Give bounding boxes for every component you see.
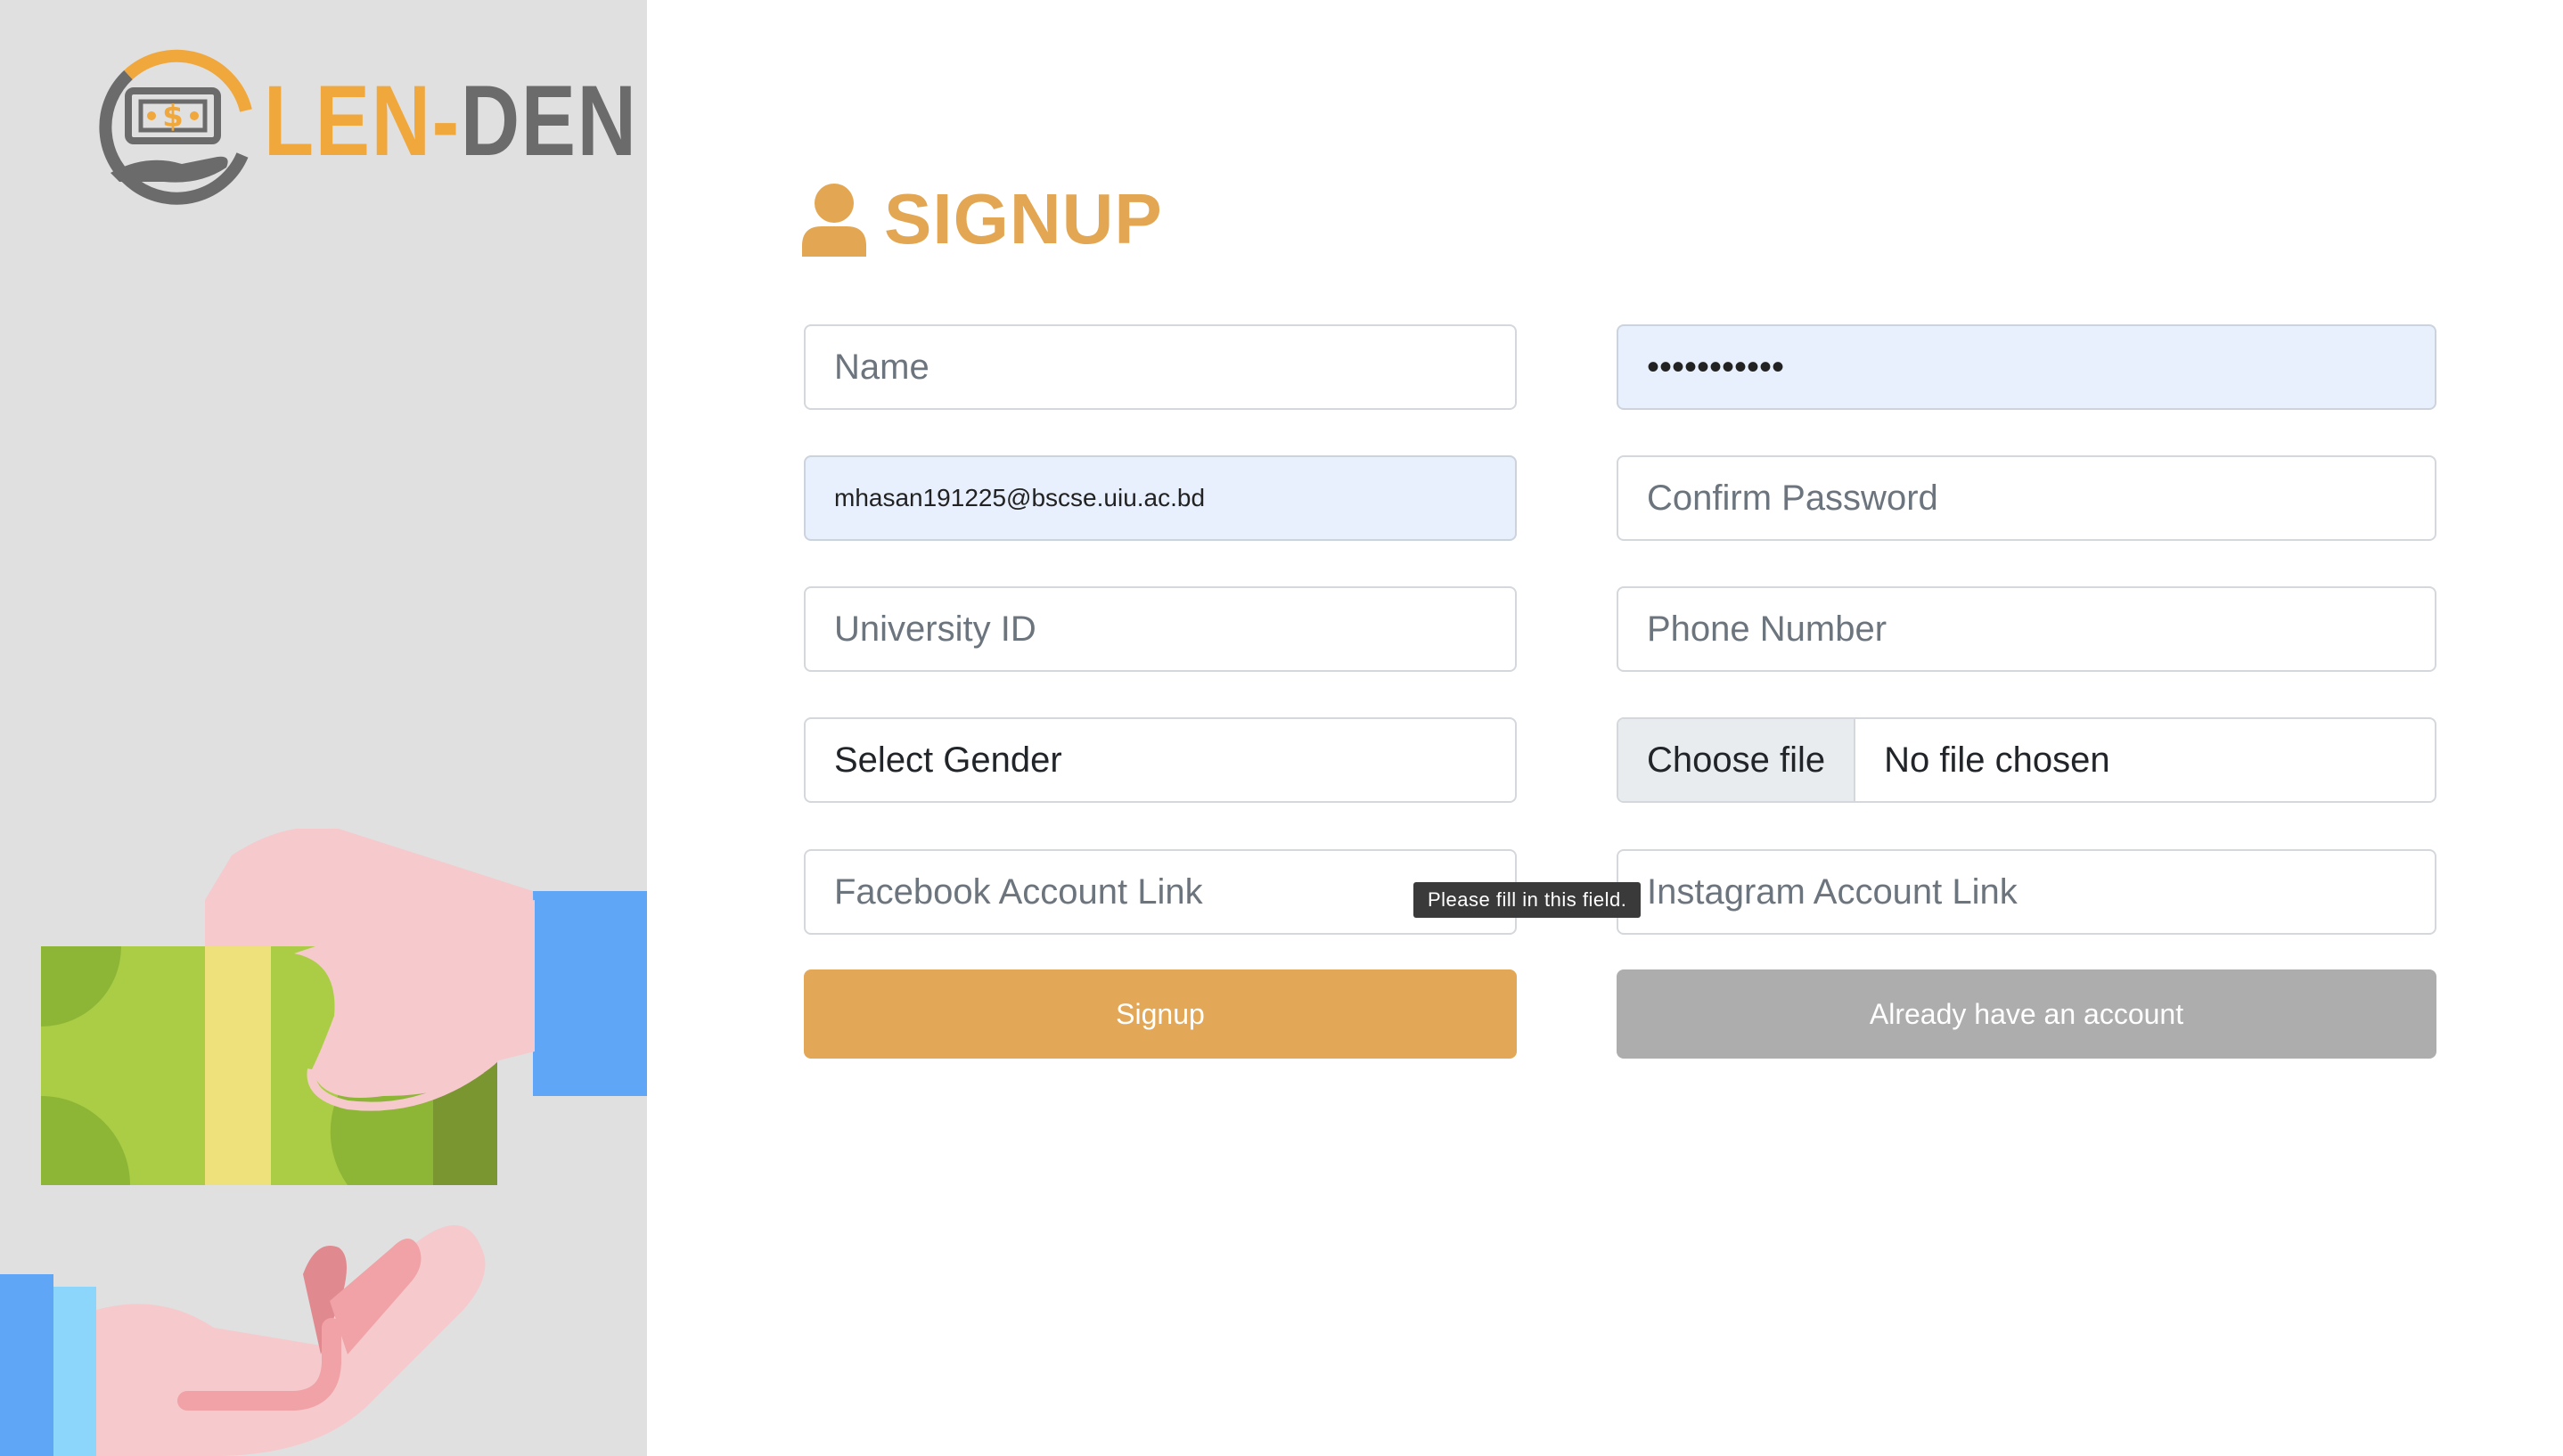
user-icon: [802, 184, 866, 257]
facebook-link-input[interactable]: [804, 849, 1517, 935]
left-panel: $ LEN-DEN: [0, 0, 647, 1456]
brand-logo: $ LEN-DEN: [93, 48, 636, 217]
instagram-link-input[interactable]: [1617, 849, 2436, 935]
signup-button[interactable]: Signup: [804, 969, 1517, 1059]
choose-file-button[interactable]: Choose file: [1618, 719, 1856, 801]
validation-tooltip: Please fill in this field.: [1413, 882, 1642, 918]
profile-file-input[interactable]: Choose file No file chosen: [1617, 717, 2436, 803]
password-input[interactable]: [1617, 324, 2436, 410]
university-id-input[interactable]: [804, 586, 1517, 672]
confirm-password-input[interactable]: [1617, 455, 2436, 541]
file-status-text: No file chosen: [1884, 740, 2110, 780]
svg-text:$: $: [162, 99, 184, 135]
email-input[interactable]: [804, 455, 1517, 541]
page-title: SIGNUP: [884, 179, 1163, 258]
gender-select[interactable]: Select Gender: [804, 717, 1517, 803]
gender-select-value: Select Gender: [834, 740, 1062, 780]
already-have-account-button[interactable]: Already have an account: [1617, 969, 2436, 1059]
money-hand-logo-icon: $: [99, 49, 252, 205]
name-input[interactable]: [804, 324, 1517, 410]
money-exchange-illustration: [0, 829, 647, 1456]
brand-name: LEN-DEN: [264, 65, 638, 176]
phone-number-input[interactable]: [1617, 586, 2436, 672]
